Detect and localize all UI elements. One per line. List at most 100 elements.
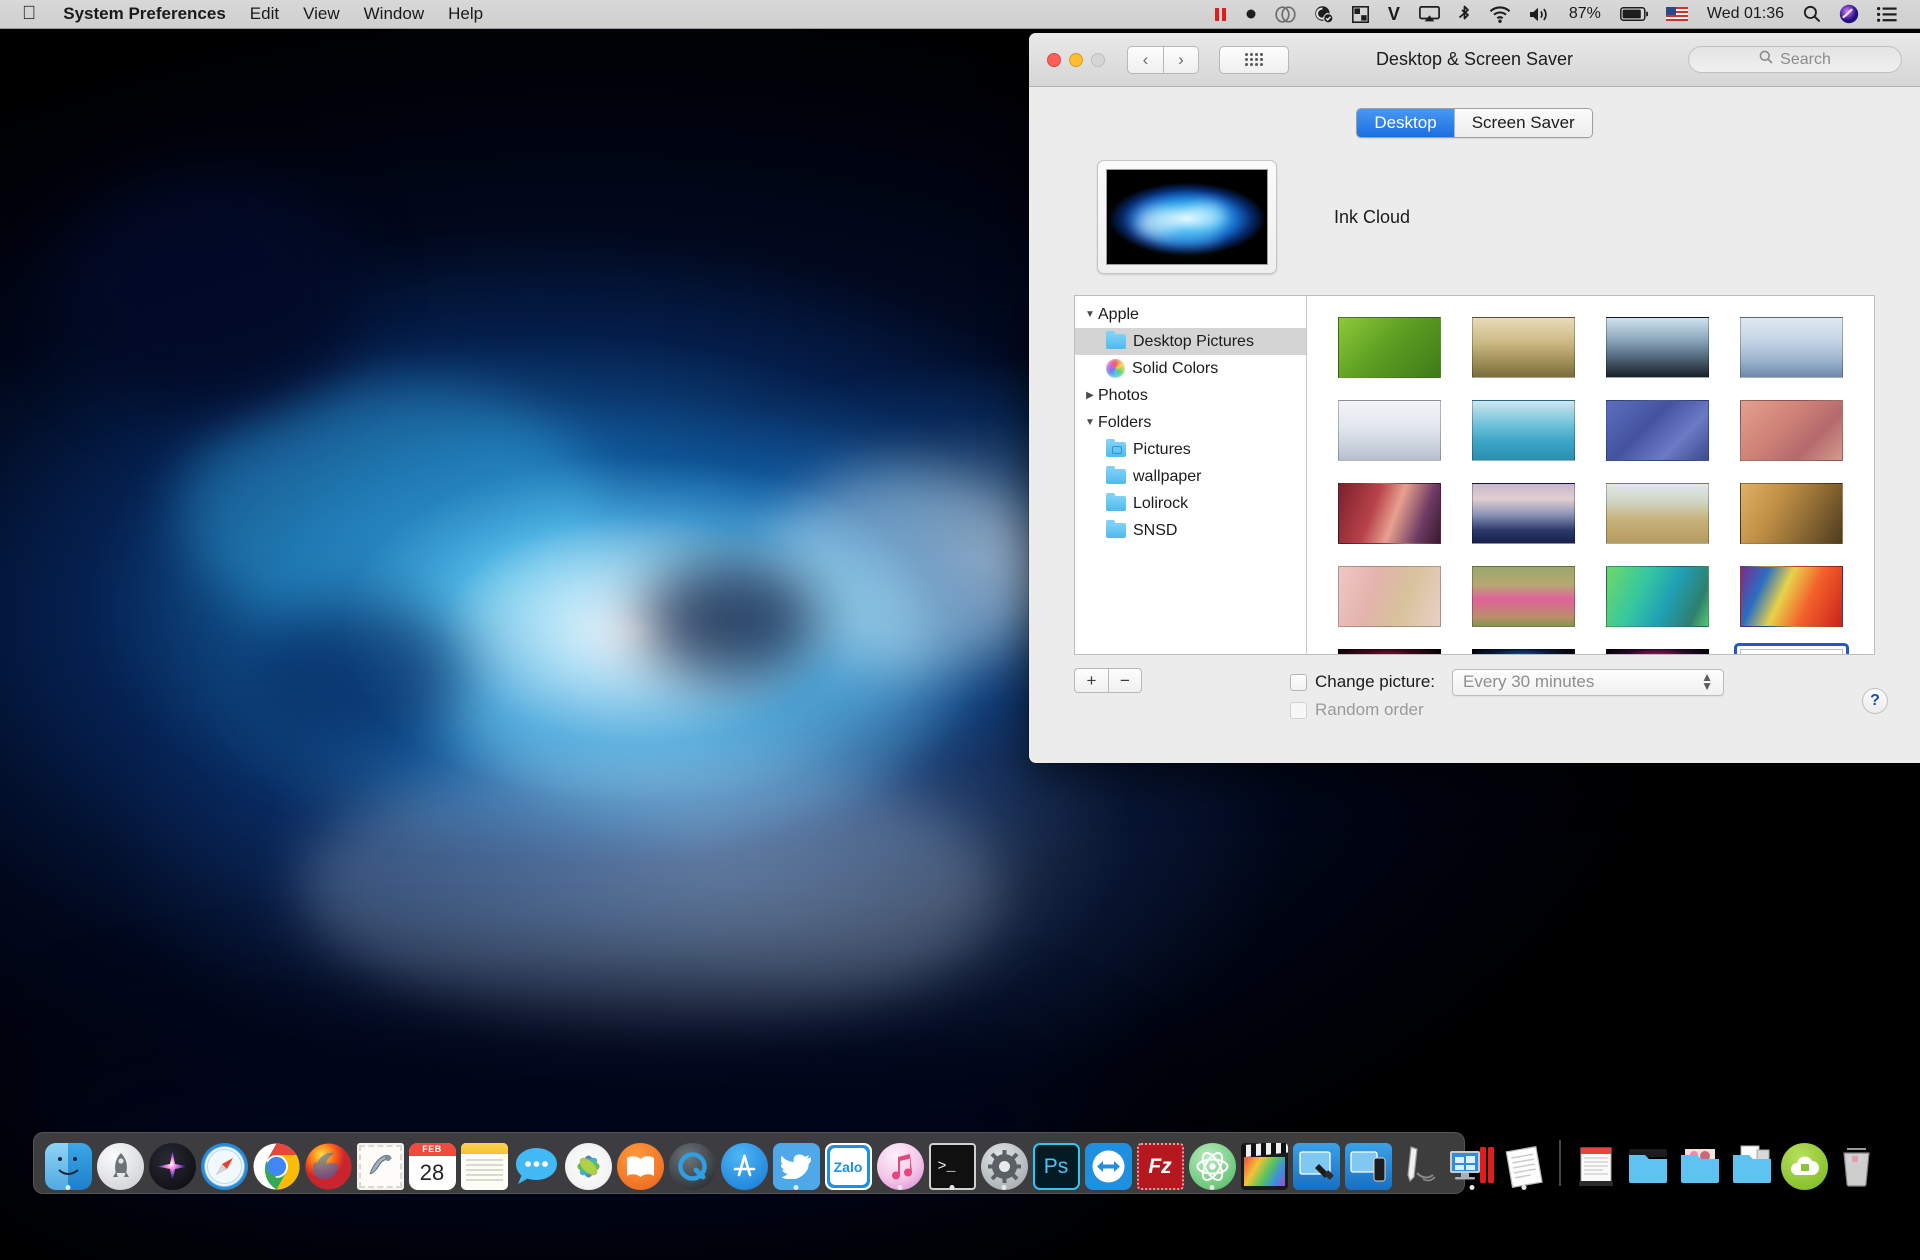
forward-button[interactable]: ›: [1163, 46, 1199, 74]
wallpaper-thumb-ink-cloud[interactable]: [1737, 646, 1846, 654]
pause-bars-icon[interactable]: [1205, 0, 1236, 29]
disclosure-triangle-down-icon[interactable]: [1082, 309, 1098, 320]
dock-item-parallels[interactable]: [1446, 1135, 1498, 1190]
menu-item-help[interactable]: Help: [436, 4, 495, 24]
source-item-wallpaper[interactable]: wallpaper: [1075, 463, 1306, 490]
dock-item-final-cut-pro[interactable]: [1238, 1135, 1290, 1190]
dock-item-safari[interactable]: [198, 1135, 250, 1190]
dock-item-ibooks[interactable]: [614, 1135, 666, 1190]
preview-thumbnail-frame[interactable]: [1097, 160, 1277, 274]
source-item-solid-colors[interactable]: Solid Colors: [1075, 355, 1306, 382]
dock-item-messages[interactable]: [510, 1135, 562, 1190]
wallpaper-thumb-lake-reflection[interactable]: [1469, 480, 1578, 547]
add-folder-button[interactable]: +: [1074, 668, 1108, 693]
record-dot-icon[interactable]: [1236, 0, 1266, 29]
dock-item-downloads-folder[interactable]: [1726, 1135, 1778, 1190]
source-item-apple[interactable]: Apple: [1075, 301, 1306, 328]
grid-window-icon[interactable]: [1343, 0, 1378, 29]
source-item-pictures[interactable]: Pictures: [1075, 436, 1306, 463]
wallpaper-thumb-green-ink-swirl[interactable]: [1603, 563, 1712, 630]
window-title-bar[interactable]: ‹ › Desktop & Screen Saver Search: [1029, 33, 1920, 87]
menu-item-system-preferences[interactable]: System Preferences: [51, 4, 238, 24]
close-button[interactable]: [1047, 53, 1061, 67]
wallpaper-thumb-poppy-flowers[interactable]: [1469, 563, 1578, 630]
cleanmymac-icon[interactable]: [1305, 0, 1343, 29]
remove-folder-button[interactable]: −: [1108, 668, 1142, 693]
wallpaper-grid-pane[interactable]: [1307, 296, 1874, 654]
wallpaper-thumb-misty-dunes[interactable]: [1469, 314, 1578, 381]
wallpaper-thumb-lion-portrait[interactable]: [1737, 480, 1846, 547]
wallpaper-thumb-mountain-layers[interactable]: [1603, 314, 1712, 381]
wallpaper-thumb-blue-ice-field[interactable]: [1603, 397, 1712, 464]
dock-item-terminal[interactable]: >_: [926, 1135, 978, 1190]
minimize-button[interactable]: [1069, 53, 1083, 67]
volume-icon[interactable]: [1520, 0, 1559, 29]
creative-cloud-icon[interactable]: [1266, 0, 1305, 29]
dock-item-app-store[interactable]: [718, 1135, 770, 1190]
wifi-icon[interactable]: [1480, 0, 1520, 29]
menu-item-edit[interactable]: Edit: [238, 4, 291, 24]
dock-item-pages[interactable]: [1498, 1135, 1550, 1190]
desktop-screen-saver-window[interactable]: ‹ › Desktop & Screen Saver Search Deskto…: [1029, 33, 1920, 763]
airplay-icon[interactable]: [1410, 0, 1449, 29]
wallpaper-thumb-green-ink-burst[interactable]: [1469, 646, 1578, 654]
menu-item-view[interactable]: View: [291, 4, 352, 24]
source-item-desktop-pictures[interactable]: Desktop Pictures: [1075, 328, 1306, 355]
dock-item-twitter[interactable]: [770, 1135, 822, 1190]
dock-item-simulator[interactable]: [1342, 1135, 1394, 1190]
source-item-snsd[interactable]: SNSD: [1075, 517, 1306, 544]
wallpaper-thumb-pink-grass[interactable]: [1335, 563, 1444, 630]
siri-icon[interactable]: [1830, 0, 1868, 29]
battery-percent-label[interactable]: 87%: [1559, 5, 1611, 23]
v-letter-icon[interactable]: V: [1378, 4, 1410, 25]
wallpaper-thumb-red-canyon[interactable]: [1335, 480, 1444, 547]
help-button[interactable]: ?: [1862, 688, 1888, 714]
dock-item-teamviewer[interactable]: [1082, 1135, 1134, 1190]
dock-item-photoshop[interactable]: Ps: [1030, 1135, 1082, 1190]
dock-item-filezilla[interactable]: Fz: [1134, 1135, 1186, 1190]
dock-item-cloud-backup[interactable]: [1778, 1135, 1830, 1190]
interval-popup-button[interactable]: Every 30 minutes ▲▼: [1452, 669, 1724, 696]
dock-item-pictures-folder[interactable]: [1674, 1135, 1726, 1190]
wallpaper-thumb-purple-ink-burst[interactable]: [1603, 646, 1712, 654]
source-item-folders[interactable]: Folders: [1075, 409, 1306, 436]
random-order-checkbox[interactable]: [1290, 702, 1307, 719]
source-item-lolirock[interactable]: Lolirock: [1075, 490, 1306, 517]
us-flag-icon[interactable]: [1657, 0, 1697, 29]
menu-item-window[interactable]: Window: [352, 4, 436, 24]
wallpaper-thumb-blue-forest[interactable]: [1469, 397, 1578, 464]
dock[interactable]: FEB28 Zalo >_ Ps Fz: [33, 1132, 1465, 1194]
dock-item-siri[interactable]: [146, 1135, 198, 1190]
tab-screen-saver[interactable]: Screen Saver: [1454, 109, 1592, 137]
source-item-photos[interactable]: Photos: [1075, 382, 1306, 409]
bluetooth-icon[interactable]: [1449, 0, 1480, 29]
dock-item-zalo[interactable]: Zalo: [822, 1135, 874, 1190]
apple-logo-icon[interactable]: : [0, 4, 51, 23]
wallpaper-thumb-elephant-savanna[interactable]: [1603, 480, 1712, 547]
search-field[interactable]: Search: [1688, 46, 1902, 73]
wallpaper-thumb-green-fields[interactable]: [1335, 314, 1444, 381]
back-button[interactable]: ‹: [1127, 46, 1163, 74]
dock-item-mail[interactable]: [354, 1135, 406, 1190]
dock-item-blue-folder[interactable]: [1622, 1135, 1674, 1190]
dock-item-trash[interactable]: [1830, 1135, 1882, 1190]
dock-item-sketch-pen[interactable]: [1394, 1135, 1446, 1190]
wallpaper-thumb-red-sand-dunes[interactable]: [1737, 397, 1846, 464]
wallpaper-thumb-orange-feather[interactable]: [1737, 563, 1846, 630]
dock-item-system-preferences[interactable]: [978, 1135, 1030, 1190]
control-center-list-icon[interactable]: [1868, 0, 1906, 29]
dock-item-notes[interactable]: [458, 1135, 510, 1190]
dock-item-chrome[interactable]: [250, 1135, 302, 1190]
search-icon[interactable]: [1794, 0, 1830, 29]
dock-item-calendar[interactable]: FEB28: [406, 1135, 458, 1190]
clock[interactable]: Wed 01:36: [1697, 5, 1794, 23]
wallpaper-thumb-frozen-river[interactable]: [1737, 314, 1846, 381]
wallpaper-thumb-snow-drift[interactable]: [1335, 397, 1444, 464]
disclosure-triangle-down-icon[interactable]: [1082, 417, 1098, 428]
dock-item-finder[interactable]: [42, 1135, 94, 1190]
dock-item-atom[interactable]: [1186, 1135, 1238, 1190]
wallpaper-thumb-red-ink-burst[interactable]: [1335, 646, 1444, 654]
dock-item-quicktime[interactable]: [666, 1135, 718, 1190]
change-picture-checkbox[interactable]: [1290, 674, 1307, 691]
dock-item-itunes[interactable]: [874, 1135, 926, 1190]
